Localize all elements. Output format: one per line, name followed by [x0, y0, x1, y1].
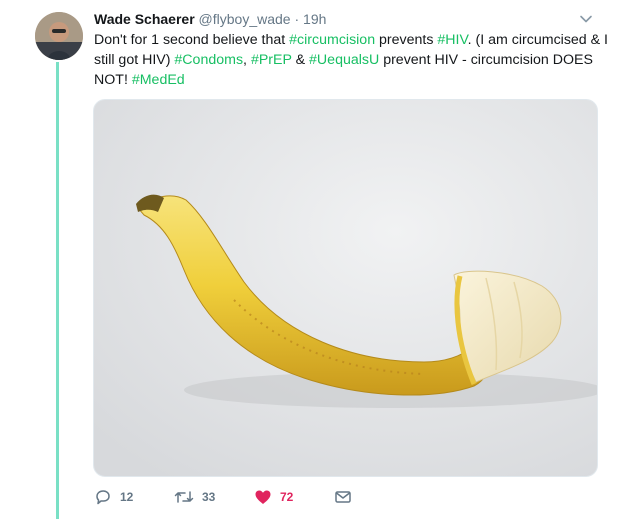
tweet-media-image[interactable]	[93, 99, 598, 477]
heart-icon	[255, 490, 271, 504]
tweet-header: Wade Schaerer @flyboy_wade · 19h	[94, 11, 326, 27]
like-count: 72	[280, 490, 294, 504]
timestamp[interactable]: 19h	[303, 11, 326, 27]
separator: ·	[294, 11, 300, 27]
retweet-icon	[174, 491, 194, 503]
hashtag-link[interactable]: #HIV	[437, 32, 467, 48]
thread-line	[56, 62, 59, 519]
hashtag-link[interactable]: #UequalsU	[309, 52, 379, 68]
tweet-text-segment: ,	[243, 52, 251, 68]
like-button[interactable]: 72	[254, 488, 293, 506]
tweet-text-segment: Don't for 1 second believe that	[94, 32, 290, 48]
avatar-image	[35, 12, 83, 60]
reply-button[interactable]: 12	[94, 488, 133, 506]
hashtag-link[interactable]: #circumcision	[289, 32, 375, 48]
avatar[interactable]	[35, 12, 83, 60]
tweet-text: Don't for 1 second believe that #circumc…	[94, 30, 619, 90]
chevron-down-icon[interactable]	[579, 12, 593, 26]
direct-message-button[interactable]	[334, 488, 352, 506]
reply-count: 12	[120, 490, 134, 504]
retweet-button[interactable]: 33	[174, 488, 215, 506]
author-name[interactable]: Wade Schaerer	[94, 11, 195, 27]
retweet-count: 33	[202, 490, 216, 504]
banana-photo	[94, 100, 597, 476]
author-handle[interactable]: @flyboy_wade	[199, 11, 291, 27]
hashtag-link[interactable]: #PrEP	[251, 52, 292, 68]
hashtag-link[interactable]: #Condoms	[174, 52, 243, 68]
envelope-icon	[335, 491, 351, 503]
reply-icon	[96, 490, 110, 505]
tweet-text-segment: prevents	[375, 32, 438, 48]
tweet-text-segment: &	[291, 52, 310, 68]
hashtag-link[interactable]: #MedEd	[132, 72, 185, 88]
